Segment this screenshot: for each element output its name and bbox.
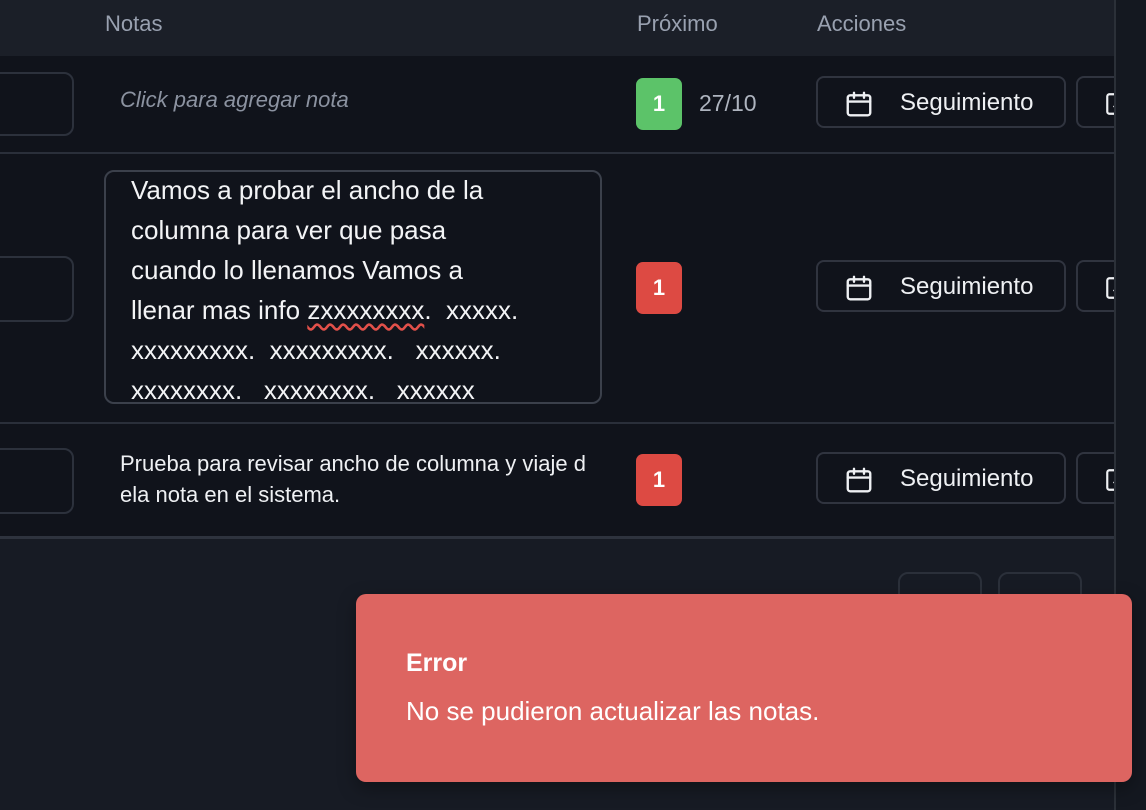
seguimiento-label: Seguimiento xyxy=(900,273,1034,300)
table-row: Click para agregar nota 1 27/10 Seguimie… xyxy=(0,56,1136,154)
toast-description: No se pudieron actualizar las notas. xyxy=(406,696,820,726)
seguimiento-button[interactable]: Seguimiento xyxy=(816,76,1066,128)
seguimiento-button[interactable]: Seguimiento xyxy=(816,260,1066,312)
note-line: llenar mas info xyxy=(131,295,308,325)
seguimiento-label: Seguimiento xyxy=(900,89,1034,116)
note-text[interactable]: Prueba para revisar ancho de columna y v… xyxy=(120,448,590,510)
error-toast[interactable]: Error No se pudieron actualizar las nota… xyxy=(356,594,1132,782)
toast-title: Error xyxy=(406,649,468,677)
note-textarea[interactable]: Vamos a probar el ancho de la columna pa… xyxy=(104,170,602,404)
header-notes: Notas xyxy=(105,11,163,36)
count-badge: 1 xyxy=(636,454,682,506)
note-line: cuando lo llenamos Vamos a xyxy=(131,255,463,285)
note-line: . xxxxx. xyxy=(424,295,519,325)
calendar-icon xyxy=(846,275,872,301)
header-actions: Acciones xyxy=(817,11,907,36)
calendar-icon xyxy=(846,91,872,117)
seguimiento-label: Seguimiento xyxy=(900,465,1034,492)
table-header: Notas Próximo Acciones xyxy=(0,0,1114,56)
note-line: columna para ver que pasa xyxy=(131,215,447,245)
next-date: 27/10 xyxy=(699,90,757,116)
cell-control[interactable] xyxy=(0,256,74,322)
calendar-icon xyxy=(846,467,872,493)
count-badge: 1 xyxy=(636,78,682,130)
note-line: Vamos a probar el ancho de la xyxy=(131,175,484,205)
seguimiento-button[interactable]: Seguimiento xyxy=(816,452,1066,504)
note-textarea-text: Vamos a probar el ancho de la columna pa… xyxy=(131,172,591,404)
note-placeholder[interactable]: Click para agregar nota xyxy=(120,87,349,113)
cell-control[interactable] xyxy=(0,72,74,136)
misspelled-word: zxxxxxxxx xyxy=(307,295,425,325)
count-badge: 1 xyxy=(636,262,682,314)
cell-control[interactable] xyxy=(0,448,74,514)
table-row: Vamos a probar el ancho de la columna pa… xyxy=(0,154,1136,424)
table-row: Prueba para revisar ancho de columna y v… xyxy=(0,424,1136,539)
note-line: xxxxxxxx. xxxxxxxx. xxxxxx xyxy=(131,375,475,404)
note-line: xxxxxxxxx. xxxxxxxxx. xxxxxx. xyxy=(131,335,501,365)
header-next: Próximo xyxy=(637,11,718,36)
